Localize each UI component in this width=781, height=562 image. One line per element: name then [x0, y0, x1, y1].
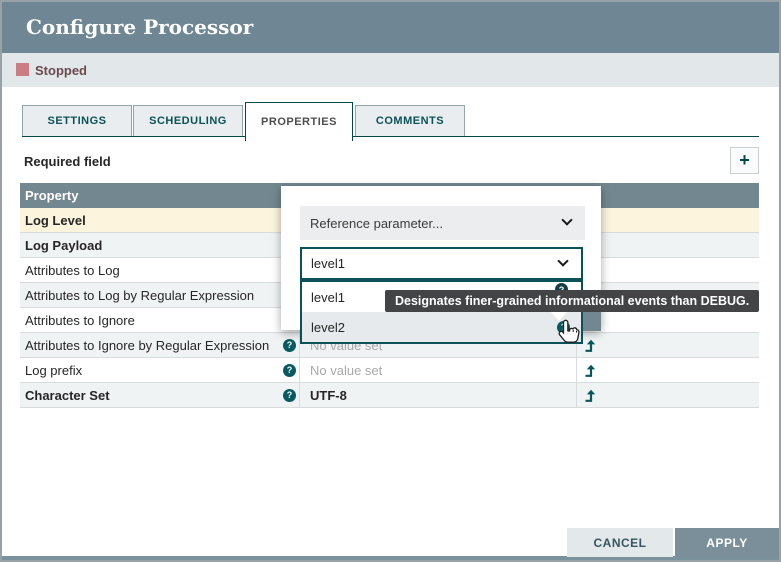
property-name: Character Set ? [20, 383, 300, 407]
table-row[interactable]: Log prefix ? No value set [20, 358, 759, 383]
required-field-label: Required field [24, 154, 111, 169]
tab-baseline [22, 136, 759, 137]
apply-button[interactable]: APPLY [675, 528, 779, 557]
table-row[interactable]: Character Set ? UTF-8 [20, 383, 759, 408]
tab-scheduling[interactable]: SCHEDULING [133, 105, 243, 136]
reference-parameter-placeholder: Reference parameter... [310, 216, 443, 231]
property-value[interactable]: UTF-8 [300, 383, 577, 407]
property-value[interactable]: No value set [300, 358, 577, 382]
chevron-down-icon [561, 214, 572, 225]
chevron-down-icon [557, 255, 568, 266]
add-property-button[interactable]: + [730, 147, 759, 174]
cancel-button[interactable]: CANCEL [567, 528, 673, 557]
dialog-title: Configure Processor [26, 15, 253, 39]
tab-comments[interactable]: COMMENTS [355, 105, 465, 136]
help-icon[interactable]: ? [283, 389, 296, 402]
plus-icon: + [739, 150, 750, 171]
property-name: Attributes to Ignore by Regular Expressi… [20, 333, 300, 357]
panel-shadow-patch [583, 311, 601, 331]
help-tooltip: Designates finer-grained informational e… [385, 290, 759, 312]
property-name: Attributes to Log by Regular Expression [20, 283, 300, 307]
dialog-header: Configure Processor [2, 2, 779, 53]
tab-properties[interactable]: PROPERTIES [245, 102, 353, 141]
property-name: Log prefix ? [20, 358, 300, 382]
option-level2[interactable]: level2 ? [302, 312, 581, 342]
configure-processor-dialog: Configure Processor Stopped SETTINGS SCH… [0, 0, 781, 562]
property-name: Log Payload [20, 233, 300, 257]
property-name: Log Level [20, 208, 300, 232]
stopped-icon [16, 63, 29, 76]
hand-cursor-icon [556, 318, 583, 349]
help-icon[interactable]: ? [283, 339, 296, 352]
property-name: Attributes to Ignore [20, 308, 300, 332]
goto-parameter-icon[interactable] [584, 389, 596, 402]
combo-selected-value: level1 [311, 256, 345, 271]
goto-parameter-icon[interactable] [584, 364, 596, 377]
reference-parameter-select[interactable]: Reference parameter... [300, 206, 585, 240]
help-icon[interactable]: ? [283, 364, 296, 377]
status-label: Stopped [35, 63, 87, 78]
goto-parameter-icon[interactable] [584, 339, 596, 352]
tab-settings[interactable]: SETTINGS [22, 105, 132, 136]
log-level-combo[interactable]: level1 [300, 247, 583, 280]
property-name: Attributes to Log [20, 258, 300, 282]
status-bar: Stopped [2, 53, 779, 87]
